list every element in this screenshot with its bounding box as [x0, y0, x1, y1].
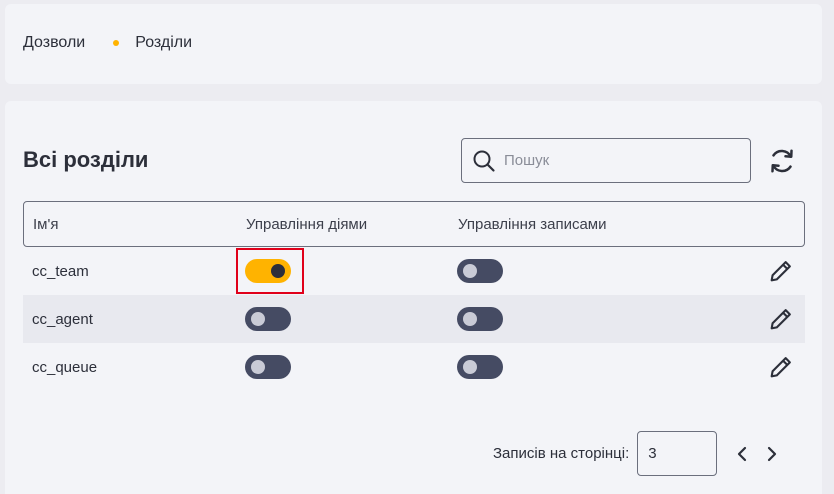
pencil-icon[interactable]: [767, 305, 795, 333]
pencil-icon[interactable]: [767, 353, 795, 381]
page-title: Всі розділи: [23, 147, 149, 172]
pagination: Записів на сторінці: 3: [493, 431, 781, 476]
toggle-knob: [463, 312, 477, 326]
toggle-knob: [463, 264, 477, 278]
actions-toggle[interactable]: [245, 259, 291, 283]
breadcrumb-card: Дозволи Розділи: [5, 4, 822, 84]
breadcrumb-separator: [113, 40, 120, 46]
actions-toggle[interactable]: [245, 307, 291, 331]
column-header-name[interactable]: Ім'я: [33, 216, 58, 233]
row-name: cc_team: [32, 262, 89, 280]
toggle-knob: [251, 312, 265, 326]
breadcrumb: Дозволи Розділи: [23, 34, 192, 52]
toggle-knob: [463, 360, 477, 374]
per-page-input[interactable]: 3: [637, 431, 718, 476]
per-page-label: Записів на сторінці:: [493, 445, 630, 462]
table-row: cc_team: [23, 247, 805, 295]
table-row: cc_queue: [23, 343, 805, 391]
main-card: Всі розділи Ім'я Управління діями Управл…: [5, 101, 822, 494]
pencil-icon[interactable]: [767, 257, 795, 285]
row-name: cc_agent: [32, 310, 93, 328]
search-input[interactable]: [504, 152, 734, 169]
search-box[interactable]: [461, 138, 751, 183]
table-row: cc_agent: [23, 295, 805, 343]
actions-toggle[interactable]: [245, 355, 291, 379]
column-header-actions[interactable]: Управління діями: [246, 216, 367, 233]
breadcrumb-item-sections: Розділи: [135, 34, 193, 51]
column-header-records[interactable]: Управління записами: [458, 216, 606, 233]
chevron-left-icon[interactable]: [733, 444, 753, 464]
sections-table: Ім'я Управління діями Управління записам…: [23, 201, 805, 391]
table-header: Ім'я Управління діями Управління записам…: [23, 201, 805, 247]
records-toggle[interactable]: [457, 259, 503, 283]
records-toggle[interactable]: [457, 355, 503, 379]
search-icon: [473, 150, 495, 172]
toggle-knob: [271, 264, 285, 278]
toggle-knob: [251, 360, 265, 374]
chevron-right-icon[interactable]: [761, 444, 781, 464]
records-toggle[interactable]: [457, 307, 503, 331]
breadcrumb-item-permissions[interactable]: Дозволи: [23, 34, 85, 52]
row-name: cc_queue: [32, 358, 98, 376]
refresh-icon[interactable]: [767, 146, 797, 176]
